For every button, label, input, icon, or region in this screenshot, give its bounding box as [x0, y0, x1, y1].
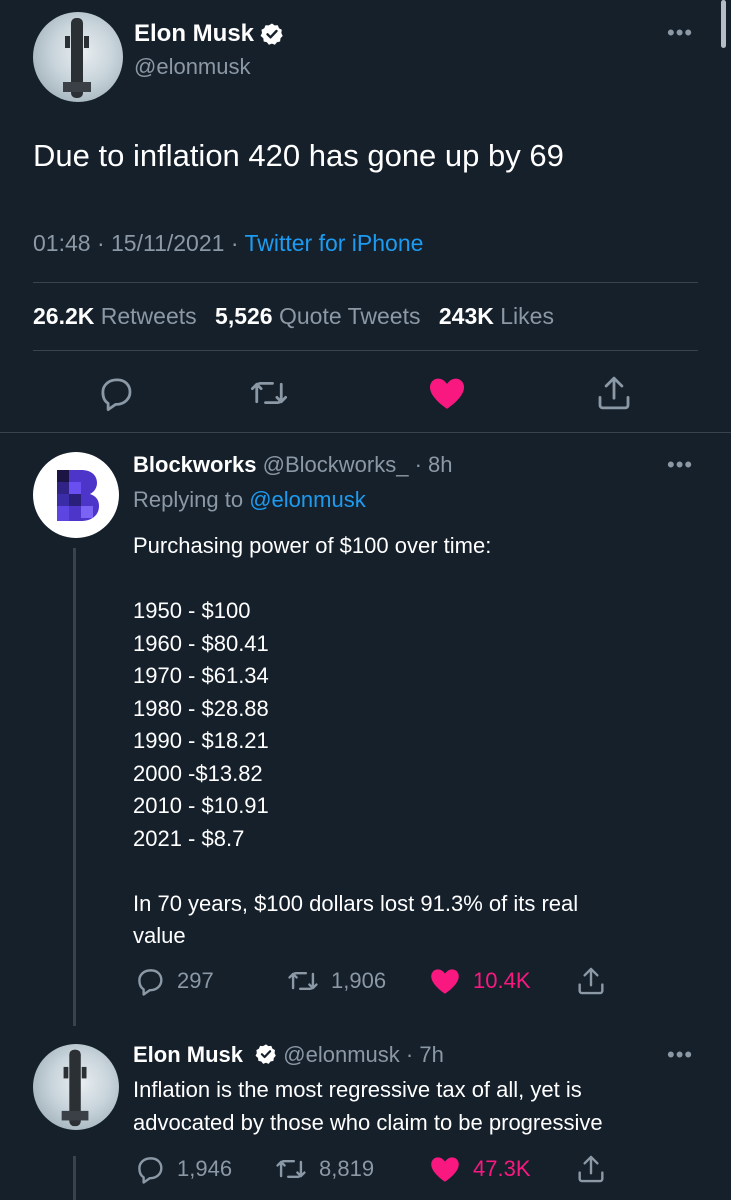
- reply-actions: 1,946 8,819 47.3K: [133, 1152, 613, 1186]
- verified-badge-icon: [255, 1044, 276, 1064]
- reply-text-line: [133, 563, 578, 596]
- reply-text-line: advocated by those who claim to be progr…: [133, 1109, 603, 1135]
- reply-text-line: 1960 - $80.41: [133, 630, 269, 656]
- reply-text-line: [133, 855, 578, 888]
- reply-header: Blockworks @Blockworks_ · 8h: [133, 452, 453, 478]
- retweet-button[interactable]: [247, 372, 291, 419]
- retweets-stat[interactable]: 26.2K Retweets: [33, 303, 209, 329]
- reply-author-handle[interactable]: @elonmusk: [283, 1042, 400, 1067]
- main-author-handle[interactable]: @elonmusk: [134, 54, 284, 80]
- retweets-label: Retweets: [100, 303, 197, 329]
- like-button[interactable]: [425, 372, 469, 419]
- main-author-name-text[interactable]: Elon Musk: [134, 20, 254, 48]
- share-icon: [578, 1155, 604, 1183]
- reply-author-handle[interactable]: @Blockworks_: [263, 452, 409, 477]
- share-icon: [578, 967, 604, 995]
- retweet-count: 1,906: [331, 968, 387, 993]
- heart-filled-icon: [429, 378, 465, 409]
- main-tweet-text: Due to inflation 420 has gone up by 69: [33, 138, 564, 173]
- tweet-time: 01:48: [33, 230, 91, 256]
- likes-label: Likes: [500, 303, 554, 329]
- quotes-label: Quote Tweets: [278, 303, 421, 329]
- thread-line: [73, 548, 76, 1026]
- reply-text-line: 1950 - $100: [133, 598, 251, 623]
- heart-filled-icon: [431, 1157, 459, 1182]
- tweet-source-link[interactable]: Twitter for iPhone: [244, 230, 423, 256]
- retweets-count: 26.2K: [33, 303, 95, 329]
- reply-text-line: 2010 - $10.91: [133, 793, 269, 818]
- engagement-stats: 26.2K Retweets 5,526 Quote Tweets 243K L…: [33, 303, 566, 330]
- reply-button[interactable]: 297: [133, 964, 214, 998]
- reply-text: Purchasing power of $100 over time: 1950…: [133, 530, 578, 953]
- more-options-icon[interactable]: •••: [667, 452, 693, 478]
- elon-musk-avatar[interactable]: [33, 1044, 119, 1130]
- more-options-icon[interactable]: •••: [667, 20, 693, 46]
- share-button[interactable]: [592, 372, 636, 419]
- heart-filled-icon: [431, 969, 459, 994]
- reply-button[interactable]: 1,946: [133, 1152, 232, 1186]
- scrollbar[interactable]: [721, 0, 726, 48]
- meta-separator: ·: [405, 1042, 414, 1067]
- reply-text-line: 1990 - $18.21: [133, 728, 269, 753]
- reply-text-line: 1980 - $28.88: [133, 695, 269, 721]
- meta-separator: ·: [414, 452, 422, 477]
- reply-actions: 297 1,906 10.4K: [133, 964, 613, 998]
- retweet-icon: [288, 972, 318, 990]
- reply-text-line: 2021 - $8.7: [133, 825, 245, 851]
- meta-separator: ·: [230, 230, 245, 256]
- retweet-button[interactable]: 8,819: [273, 1152, 374, 1186]
- retweet-icon: [250, 381, 288, 405]
- reply-button[interactable]: [95, 372, 137, 419]
- more-options-icon[interactable]: •••: [667, 1042, 693, 1068]
- reply-count: 1,946: [177, 1156, 233, 1181]
- reply-text-line: Purchasing power of $100 over time:: [133, 533, 492, 558]
- verified-badge-icon: [260, 23, 283, 45]
- tweet-meta: 01:48 · 15/11/2021 · Twitter for iPhone: [33, 230, 423, 257]
- reply-icon: [101, 378, 132, 412]
- divider: [33, 350, 698, 351]
- elon-musk-avatar[interactable]: [33, 12, 123, 102]
- reply-text: Inflation is the most regressive tax of …: [133, 1074, 603, 1139]
- replying-to: Replying to @elonmusk: [133, 487, 366, 513]
- retweet-button[interactable]: 1,906: [285, 964, 386, 998]
- like-button[interactable]: 47.3K: [427, 1152, 531, 1186]
- retweet-count: 8,819: [319, 1156, 375, 1181]
- reply-count: 297: [177, 968, 214, 993]
- reply-text-line: 2000 -$13.82: [133, 760, 263, 786]
- share-button[interactable]: [573, 964, 609, 998]
- main-author-block: Elon Musk @elonmusk: [134, 20, 284, 80]
- likes-count: 243K: [438, 303, 494, 329]
- quotes-count: 5,526: [215, 303, 273, 329]
- tweet-date: 15/11/2021: [111, 230, 225, 256]
- meta-separator: ·: [96, 230, 112, 256]
- reply-icon: [138, 969, 163, 996]
- replying-to-handle[interactable]: @elonmusk: [249, 487, 366, 512]
- reply-author-name[interactable]: Elon Musk: [133, 1042, 243, 1067]
- retweet-icon: [276, 1160, 306, 1178]
- reply-author-name[interactable]: Blockworks: [133, 452, 257, 477]
- reply-text-line: 1970 - $61.34: [133, 663, 269, 688]
- like-count: 47.3K: [473, 1156, 531, 1181]
- thread-line: [73, 1156, 76, 1200]
- likes-stat[interactable]: 243K Likes: [439, 303, 566, 329]
- like-button[interactable]: 10.4K: [427, 964, 531, 998]
- share-button[interactable]: [573, 1152, 609, 1186]
- reply-age[interactable]: 7h: [419, 1042, 443, 1067]
- reply-icon: [138, 1157, 163, 1184]
- blockworks-avatar[interactable]: [33, 452, 119, 538]
- share-icon: [598, 376, 630, 410]
- reply-age[interactable]: 8h: [428, 452, 452, 477]
- like-count: 10.4K: [473, 968, 531, 993]
- reply-header: Elon Musk @elonmusk · 7h: [133, 1042, 444, 1068]
- reply-text-line: value: [133, 923, 186, 948]
- reply-text-line: Inflation is the most regressive tax of …: [133, 1077, 582, 1102]
- main-author-name[interactable]: Elon Musk: [134, 20, 284, 48]
- reply-text-line: In 70 years, $100 dollars lost 91.3% of …: [133, 890, 579, 916]
- quotes-stat[interactable]: 5,526 Quote Tweets: [215, 303, 432, 329]
- replying-to-label: Replying to: [133, 487, 244, 512]
- section-separator: [0, 432, 731, 433]
- main-tweet-actions: [0, 372, 731, 416]
- divider: [33, 282, 698, 283]
